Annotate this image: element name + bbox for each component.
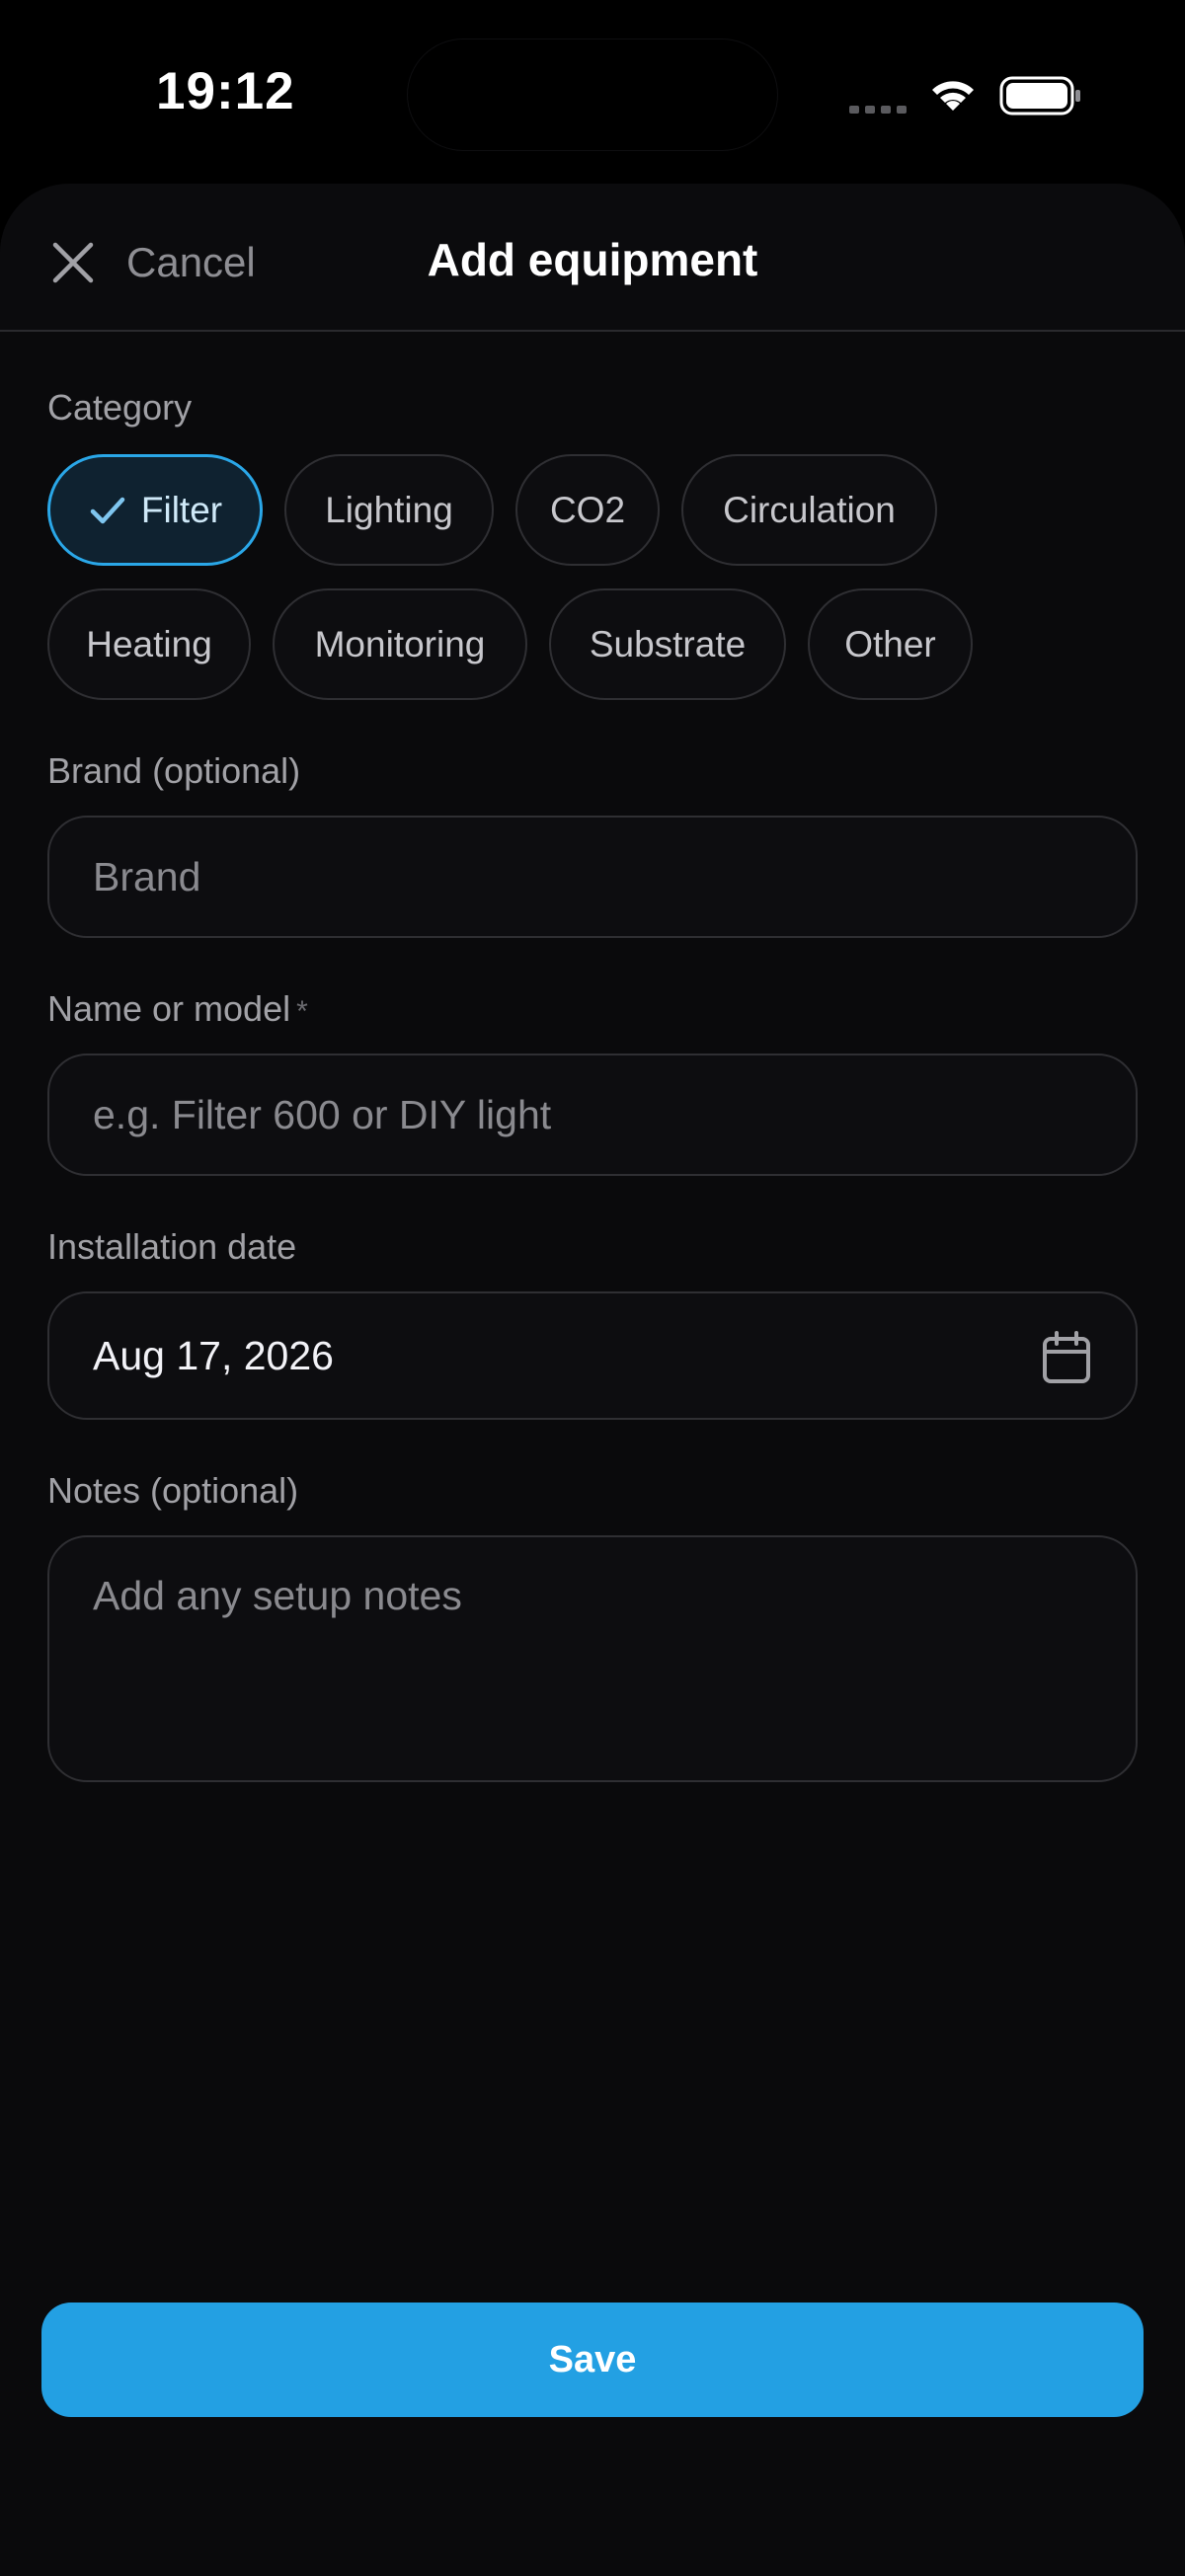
calendar-icon[interactable] xyxy=(1041,1330,1092,1385)
chip-label: Circulation xyxy=(723,489,896,530)
brand-placeholder: Brand xyxy=(93,853,201,899)
battery-icon xyxy=(999,76,1080,116)
status-time: 19:12 xyxy=(156,62,295,120)
chip-label: Substrate xyxy=(589,623,747,664)
chip-circulation[interactable]: Circulation xyxy=(681,454,937,566)
add-equipment-sheet: Cancel Add equipment Category Filter Lig… xyxy=(0,184,1185,2576)
required-marker: * xyxy=(296,995,308,1028)
chip-label: Filter xyxy=(140,489,223,530)
chip-other[interactable]: Other xyxy=(808,588,973,700)
save-label: Save xyxy=(548,2338,637,2381)
chip-label: CO2 xyxy=(549,489,626,530)
sheet-header: Cancel Add equipment xyxy=(0,184,1185,332)
chip-monitoring[interactable]: Monitoring xyxy=(273,588,527,700)
chip-substrate[interactable]: Substrate xyxy=(549,588,786,700)
installation-date-value: Aug 17, 2026 xyxy=(93,1332,334,1378)
installation-date-label: Installation date xyxy=(47,1226,297,1267)
chip-heating[interactable]: Heating xyxy=(47,588,251,700)
status-bar: 19:12 xyxy=(0,0,1185,188)
notes-label: Notes (optional) xyxy=(47,1470,299,1511)
chip-label: Lighting xyxy=(325,489,453,530)
name-placeholder: e.g. Filter 600 or DIY light xyxy=(93,1091,552,1137)
category-label: Category xyxy=(47,387,193,428)
notes-placeholder: Add any setup notes xyxy=(93,1573,462,1618)
wifi-icon xyxy=(932,81,974,111)
chip-filter[interactable]: Filter xyxy=(47,454,263,566)
brand-label: Brand (optional) xyxy=(47,750,301,791)
chip-co2[interactable]: CO2 xyxy=(515,454,660,566)
installation-date-field[interactable]: Aug 17, 2026 xyxy=(47,1291,1138,1420)
brand-input[interactable]: Brand xyxy=(47,816,1138,938)
chip-lighting[interactable]: Lighting xyxy=(284,454,494,566)
dynamic-island xyxy=(408,39,777,150)
checkmark-icon xyxy=(90,497,125,523)
name-input[interactable]: e.g. Filter 600 or DIY light xyxy=(47,1054,1138,1176)
notes-textarea[interactable]: Add any setup notes xyxy=(47,1535,1138,1782)
chip-label: Other xyxy=(844,623,936,664)
cellular-signal-icon xyxy=(849,106,907,114)
save-button[interactable]: Save xyxy=(41,2303,1144,2417)
name-label-text: Name or model xyxy=(47,988,291,1029)
chip-label: Monitoring xyxy=(314,623,486,664)
page-title: Add equipment xyxy=(427,234,758,285)
name-label: Name or model * xyxy=(47,988,308,1030)
chip-label: Heating xyxy=(86,623,212,664)
screen: 19:12 Cancel Add equipment Category Filt… xyxy=(0,0,1185,2576)
